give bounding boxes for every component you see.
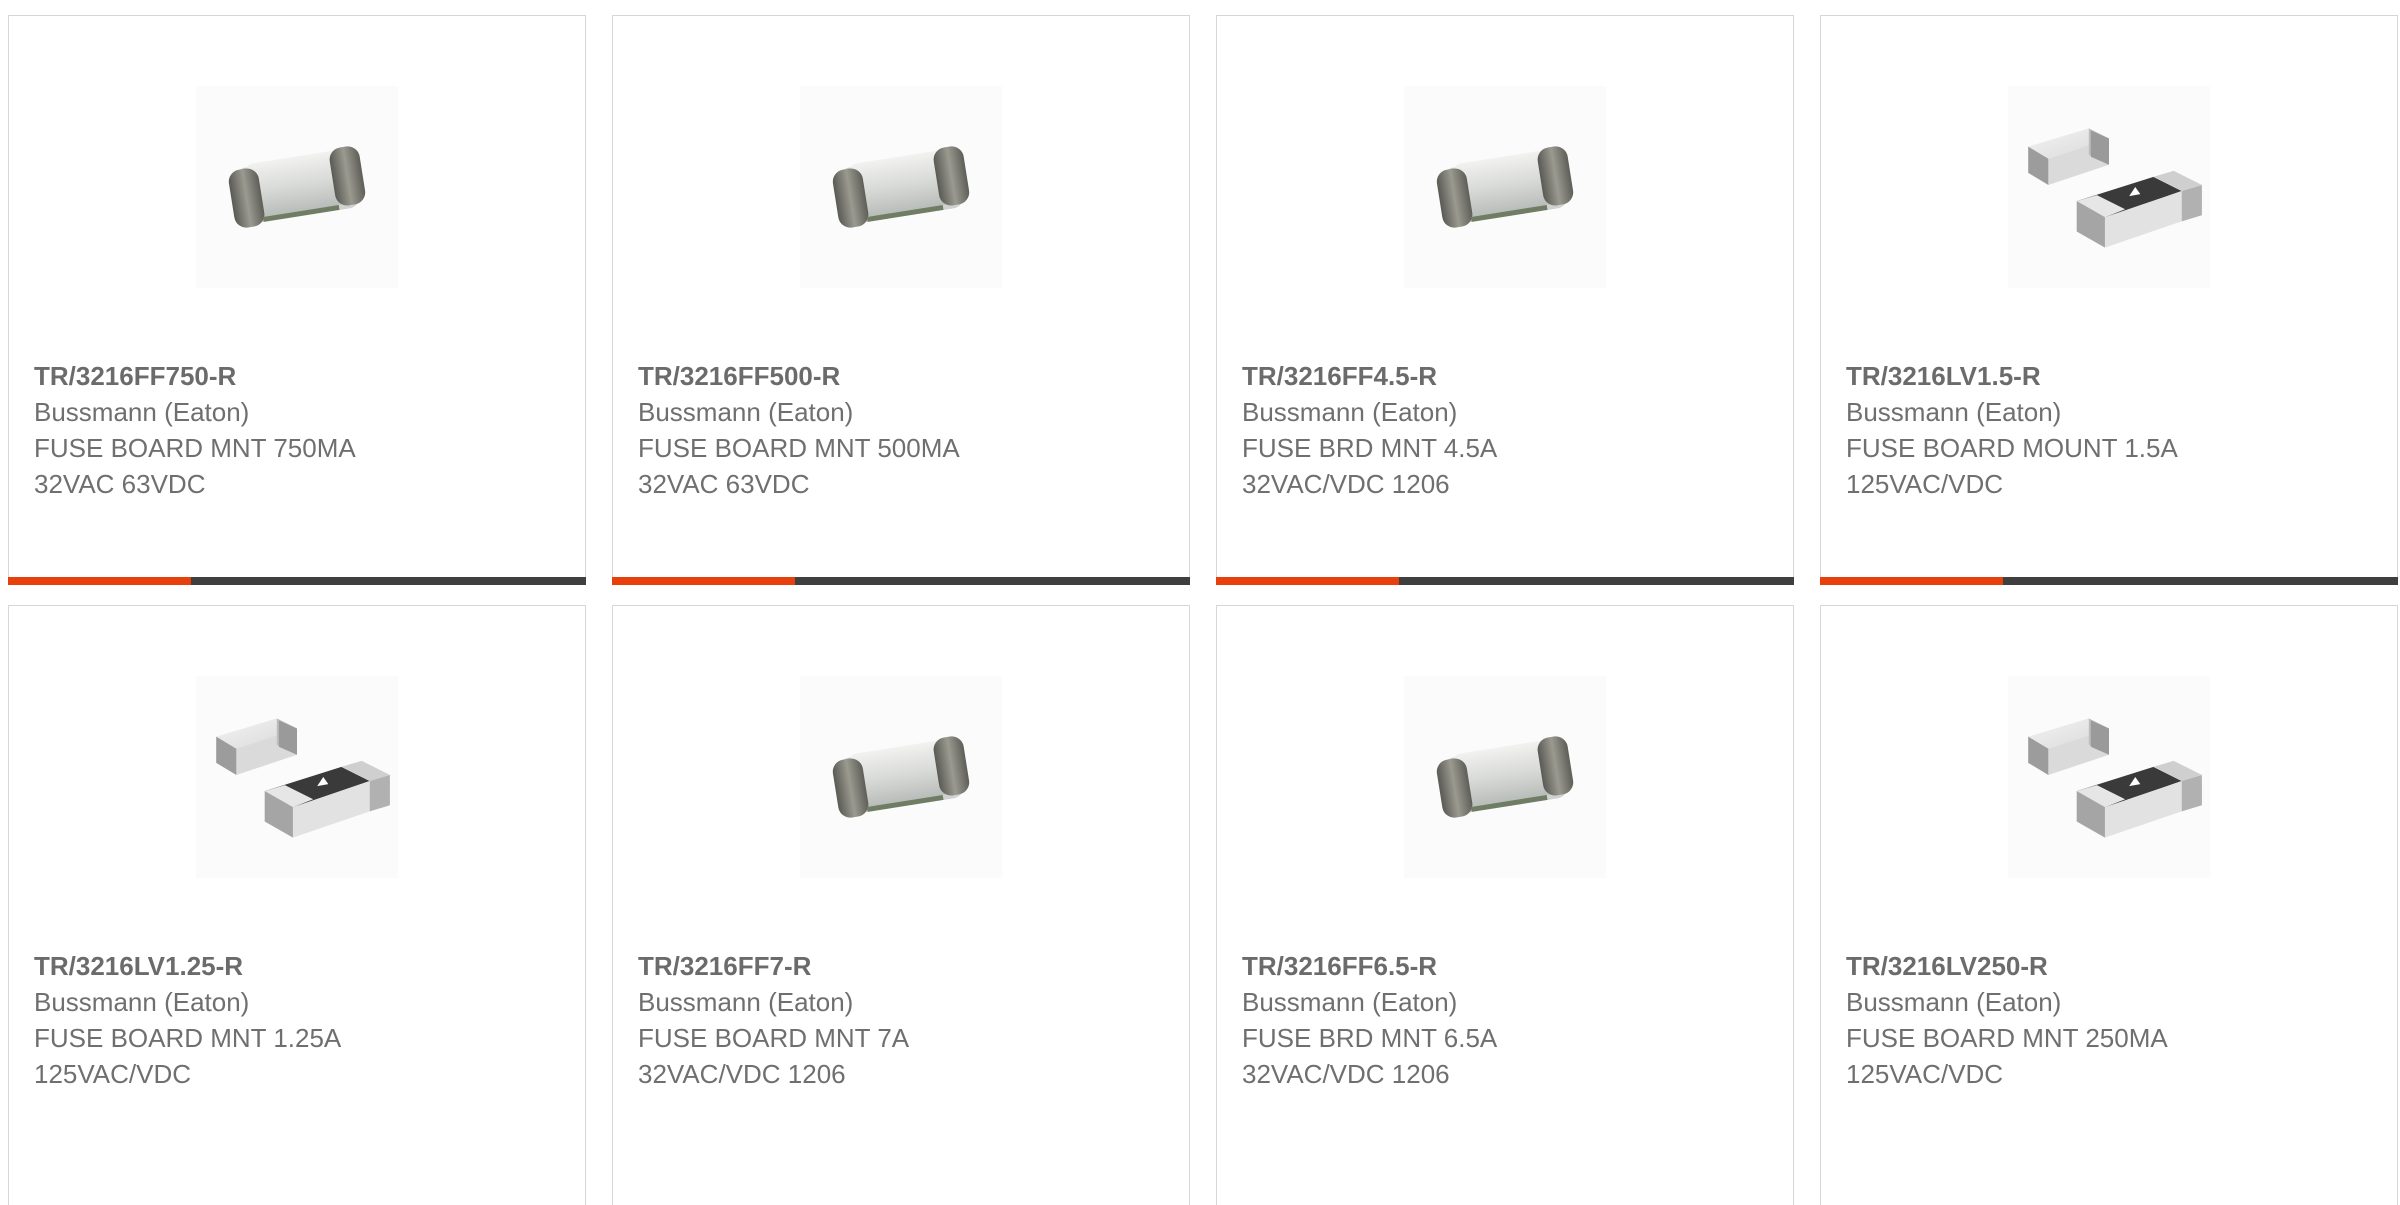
product-card[interactable]: TR/3216FF7-R Bussmann (Eaton) FUSE BOARD…: [612, 605, 1190, 1205]
description-line-1: FUSE BOARD MNT 1.25A: [34, 1023, 342, 1053]
part-number-link[interactable]: TR/3216FF750-R: [34, 358, 565, 394]
product-info: TR/3216FF500-R Bussmann (Eaton) FUSE BOA…: [638, 358, 1169, 502]
card-accent-bar: [8, 577, 586, 585]
description-line-2: 32VAC/VDC 1206: [1242, 1059, 1450, 1089]
part-number-link[interactable]: TR/3216FF7-R: [638, 948, 1169, 984]
part-number-link[interactable]: TR/3216LV1.25-R: [34, 948, 565, 984]
description-line-1: FUSE BRD MNT 6.5A: [1242, 1023, 1498, 1053]
product-card[interactable]: TR/3216FF500-R Bussmann (Eaton) FUSE BOA…: [612, 15, 1190, 585]
single-smd-fuse-image[interactable]: [1404, 676, 1606, 878]
single-smd-fuse-image[interactable]: [196, 86, 398, 288]
description-line-2: 125VAC/VDC: [1846, 469, 2004, 499]
product-info: TR/3216FF4.5-R Bussmann (Eaton) FUSE BRD…: [1242, 358, 1773, 502]
product-info: TR/3216FF750-R Bussmann (Eaton) FUSE BOA…: [34, 358, 565, 502]
part-number-link[interactable]: TR/3216FF500-R: [638, 358, 1169, 394]
product-info: TR/3216LV250-R Bussmann (Eaton) FUSE BOA…: [1846, 948, 2377, 1092]
single-smd-fuse-image[interactable]: [800, 676, 1002, 878]
product-info: TR/3216FF7-R Bussmann (Eaton) FUSE BOARD…: [638, 948, 1169, 1092]
description-line-2: 125VAC/VDC: [34, 1059, 192, 1089]
description-line-2: 125VAC/VDC: [1846, 1059, 2004, 1089]
dual-chip-fuse-image[interactable]: [2008, 86, 2210, 288]
product-card[interactable]: TR/3216FF4.5-R Bussmann (Eaton) FUSE BRD…: [1216, 15, 1794, 585]
manufacturer-name: Bussmann (Eaton): [34, 987, 250, 1017]
accent-segment: [8, 577, 191, 585]
accent-segment: [612, 577, 795, 585]
product-card[interactable]: TR/3216FF6.5-R Bussmann (Eaton) FUSE BRD…: [1216, 605, 1794, 1205]
description-line-2: 32VAC 63VDC: [34, 469, 206, 499]
description-line-1: FUSE BOARD MNT 7A: [638, 1023, 910, 1053]
product-grid: TR/3216FF750-R Bussmann (Eaton) FUSE BOA…: [0, 0, 2400, 1205]
description-line-1: FUSE BRD MNT 4.5A: [1242, 433, 1498, 463]
product-card[interactable]: TR/3216LV1.5-R Bussmann (Eaton) FUSE BOA…: [1820, 15, 2398, 585]
description-line-2: 32VAC/VDC 1206: [638, 1059, 846, 1089]
accent-segment: [1820, 577, 2003, 585]
description-line-2: 32VAC 63VDC: [638, 469, 810, 499]
manufacturer-name: Bussmann (Eaton): [34, 397, 250, 427]
description-line-1: FUSE BOARD MNT 500MA: [638, 433, 960, 463]
manufacturer-name: Bussmann (Eaton): [1846, 397, 2062, 427]
card-accent-bar: [1216, 577, 1794, 585]
part-number-link[interactable]: TR/3216LV250-R: [1846, 948, 2377, 984]
description-line-1: FUSE BOARD MNT 750MA: [34, 433, 356, 463]
part-number-link[interactable]: TR/3216FF4.5-R: [1242, 358, 1773, 394]
product-card[interactable]: TR/3216LV250-R Bussmann (Eaton) FUSE BOA…: [1820, 605, 2398, 1205]
product-card[interactable]: TR/3216LV1.25-R Bussmann (Eaton) FUSE BO…: [8, 605, 586, 1205]
manufacturer-name: Bussmann (Eaton): [1242, 397, 1458, 427]
product-info: TR/3216LV1.25-R Bussmann (Eaton) FUSE BO…: [34, 948, 565, 1092]
description-line-2: 32VAC/VDC 1206: [1242, 469, 1450, 499]
manufacturer-name: Bussmann (Eaton): [638, 987, 854, 1017]
manufacturer-name: Bussmann (Eaton): [1242, 987, 1458, 1017]
description-line-1: FUSE BOARD MNT 250MA: [1846, 1023, 2168, 1053]
product-info: TR/3216LV1.5-R Bussmann (Eaton) FUSE BOA…: [1846, 358, 2377, 502]
part-number-link[interactable]: TR/3216LV1.5-R: [1846, 358, 2377, 394]
part-number-link[interactable]: TR/3216FF6.5-R: [1242, 948, 1773, 984]
card-accent-bar: [612, 577, 1190, 585]
single-smd-fuse-image[interactable]: [800, 86, 1002, 288]
description-line-1: FUSE BOARD MOUNT 1.5A: [1846, 433, 2178, 463]
card-accent-bar: [1820, 577, 2398, 585]
single-smd-fuse-image[interactable]: [1404, 86, 1606, 288]
product-info: TR/3216FF6.5-R Bussmann (Eaton) FUSE BRD…: [1242, 948, 1773, 1092]
manufacturer-name: Bussmann (Eaton): [1846, 987, 2062, 1017]
dual-chip-fuse-image[interactable]: [196, 676, 398, 878]
manufacturer-name: Bussmann (Eaton): [638, 397, 854, 427]
accent-segment: [1216, 577, 1399, 585]
product-card[interactable]: TR/3216FF750-R Bussmann (Eaton) FUSE BOA…: [8, 15, 586, 585]
dual-chip-fuse-image[interactable]: [2008, 676, 2210, 878]
